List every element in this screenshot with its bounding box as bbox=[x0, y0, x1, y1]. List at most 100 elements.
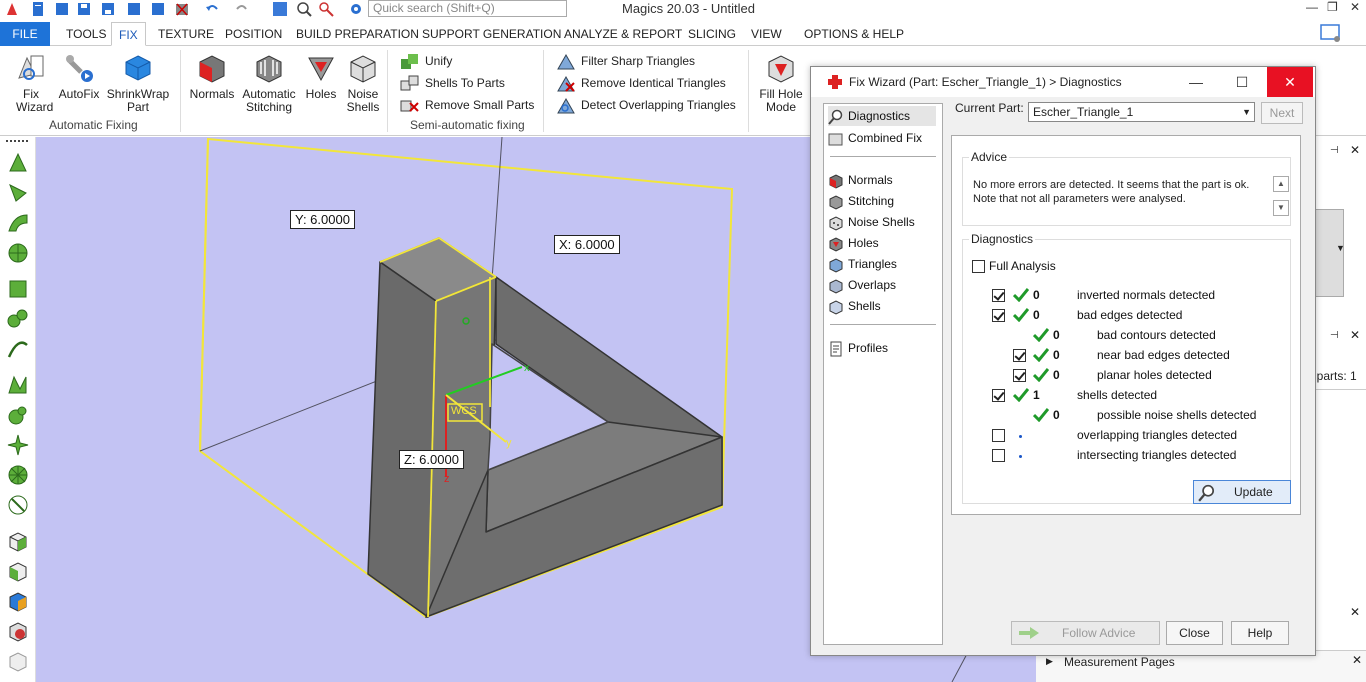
part-select-icon[interactable] bbox=[6, 559, 30, 583]
part-settings-icon[interactable] bbox=[6, 619, 30, 643]
tab-texture[interactable]: TEXTURE bbox=[158, 22, 214, 46]
zoom-icon[interactable] bbox=[296, 1, 312, 17]
next-button[interactable]: Next bbox=[1261, 102, 1303, 124]
save-as-icon[interactable] bbox=[100, 1, 116, 17]
update-button[interactable]: Update bbox=[1193, 480, 1291, 504]
dropdown-arrow-icon[interactable]: ▼ bbox=[1336, 243, 1345, 253]
select-shell-icon[interactable] bbox=[6, 241, 30, 265]
bad-edges-checkbox[interactable] bbox=[992, 309, 1005, 322]
select-surface-icon[interactable] bbox=[6, 211, 30, 235]
panel-close-icon[interactable]: ✕ bbox=[1350, 143, 1360, 157]
layout-icon[interactable] bbox=[1320, 24, 1342, 44]
tab-options-help[interactable]: OPTIONS & HELP bbox=[804, 22, 904, 46]
inverted-normals-checkbox[interactable] bbox=[992, 289, 1005, 302]
nav-overlaps[interactable]: Overlaps bbox=[828, 275, 896, 295]
noise-shells-button[interactable]: Noise Shells bbox=[342, 52, 384, 114]
restore-button[interactable]: ❐ bbox=[1327, 0, 1338, 14]
planar-holes-checkbox[interactable] bbox=[1013, 369, 1026, 382]
detect-overlapping-triangles-button[interactable]: Detect Overlapping Triangles bbox=[556, 96, 736, 114]
select-plane-icon[interactable] bbox=[6, 277, 30, 301]
scroll-down-icon[interactable]: ▼ bbox=[1273, 200, 1289, 216]
part-view-icon[interactable] bbox=[6, 529, 30, 553]
fill-hole-mode-button[interactable]: Fill Hole Mode bbox=[756, 52, 806, 114]
new-file-icon[interactable] bbox=[30, 1, 46, 17]
fix-wizard-button[interactable]: Fix Wizard bbox=[10, 52, 53, 114]
panel-close-icon[interactable]: ✕ bbox=[1352, 653, 1362, 667]
redo-icon[interactable] bbox=[234, 1, 250, 17]
panel-scroll-area[interactable] bbox=[1314, 209, 1344, 297]
close-dialog-button[interactable]: Close bbox=[1166, 621, 1223, 645]
delete-part-icon[interactable] bbox=[174, 1, 190, 17]
close-button[interactable]: ✕ bbox=[1350, 0, 1360, 14]
overlapping-triangles-checkbox[interactable] bbox=[992, 429, 1005, 442]
deselect-icon[interactable] bbox=[6, 493, 30, 517]
parts-list[interactable] bbox=[1310, 389, 1366, 559]
tab-slicing[interactable]: SLICING bbox=[688, 22, 736, 46]
tab-position[interactable]: POSITION bbox=[225, 22, 282, 46]
normals-button[interactable]: Normals bbox=[188, 52, 236, 101]
tab-fix[interactable]: FIX bbox=[111, 22, 146, 46]
pin-icon[interactable]: ⊣ bbox=[1330, 330, 1339, 341]
tab-tools[interactable]: TOOLS bbox=[66, 22, 106, 46]
open-file-icon[interactable] bbox=[54, 1, 70, 17]
select-arrow-icon[interactable] bbox=[6, 151, 30, 175]
nav-stitching[interactable]: Stitching bbox=[828, 191, 894, 211]
nav-holes[interactable]: Holes bbox=[828, 233, 879, 253]
panel-close-icon[interactable]: ✕ bbox=[1350, 605, 1360, 619]
tab-support-generation[interactable]: SUPPORT GENERATION bbox=[422, 22, 561, 46]
full-analysis-checkbox[interactable] bbox=[972, 260, 985, 273]
shells-to-parts-button[interactable]: Shells To Parts bbox=[400, 74, 505, 92]
pin-icon[interactable]: ⊣ bbox=[1330, 145, 1339, 156]
remove-small-parts-button[interactable]: Remove Small Parts bbox=[400, 96, 534, 114]
part-color-icon[interactable] bbox=[6, 589, 30, 613]
filter-sharp-triangles-button[interactable]: Filter Sharp Triangles bbox=[556, 52, 695, 70]
expand-arrow-icon[interactable]: ▶ bbox=[1046, 656, 1053, 667]
shells-checkbox[interactable] bbox=[992, 389, 1005, 402]
quick-search-input[interactable]: Quick search (Shift+Q) bbox=[368, 0, 567, 17]
unify-button[interactable]: Unify bbox=[400, 52, 452, 70]
dialog-close-button[interactable]: ✕ bbox=[1267, 67, 1313, 97]
export-icon[interactable] bbox=[150, 1, 166, 17]
dialog-minimize-button[interactable]: — bbox=[1173, 67, 1219, 97]
measure-icon[interactable] bbox=[318, 1, 334, 17]
import-icon[interactable] bbox=[126, 1, 142, 17]
settings-icon[interactable] bbox=[348, 1, 364, 17]
near-bad-edges-checkbox[interactable] bbox=[1013, 349, 1026, 362]
tab-build-preparation[interactable]: BUILD PREPARATION bbox=[296, 22, 419, 46]
nav-profiles[interactable]: Profiles bbox=[828, 338, 888, 358]
select-sphere-icon[interactable] bbox=[6, 463, 30, 487]
select-connected-icon[interactable] bbox=[6, 307, 30, 331]
select-cylinder-icon[interactable] bbox=[6, 433, 30, 457]
save-icon[interactable] bbox=[76, 1, 92, 17]
scroll-up-icon[interactable]: ▲ bbox=[1273, 176, 1289, 192]
minimize-button[interactable]: — bbox=[1306, 0, 1318, 14]
nav-triangles[interactable]: Triangles bbox=[828, 254, 897, 274]
shrinkwrap-button[interactable]: ShrinkWrap Part bbox=[106, 52, 170, 114]
tab-analyze-report[interactable]: ANALYZE & REPORT bbox=[564, 22, 682, 46]
nav-combined-fix[interactable]: Combined Fix bbox=[828, 128, 922, 148]
dialog-maximize-button[interactable]: ☐ bbox=[1219, 67, 1265, 97]
holes-button[interactable]: Holes bbox=[302, 52, 340, 101]
tab-file[interactable]: FILE bbox=[0, 22, 50, 46]
current-part-select[interactable]: Escher_Triangle_1 ▼ bbox=[1028, 102, 1255, 122]
intersecting-triangles-checkbox[interactable] bbox=[992, 449, 1005, 462]
select-region-icon[interactable] bbox=[6, 403, 30, 427]
select-box-icon[interactable] bbox=[6, 373, 30, 397]
nav-noise-shells[interactable]: Noise Shells bbox=[828, 212, 915, 232]
nav-diagnostics[interactable]: Diagnostics bbox=[828, 106, 936, 126]
automatic-stitching-button[interactable]: Automatic Stitching bbox=[240, 52, 298, 114]
select-mode-icon[interactable] bbox=[272, 1, 288, 17]
nav-normals[interactable]: Normals bbox=[828, 170, 893, 190]
panel-close-icon[interactable]: ✕ bbox=[1350, 328, 1360, 342]
undo-icon[interactable] bbox=[204, 1, 220, 17]
follow-advice-button[interactable]: Follow Advice bbox=[1011, 621, 1160, 645]
tab-view[interactable]: VIEW bbox=[751, 22, 782, 46]
select-triangle-icon[interactable] bbox=[6, 181, 30, 205]
remove-identical-triangles-button[interactable]: Remove Identical Triangles bbox=[556, 74, 726, 92]
help-button[interactable]: Help bbox=[1231, 621, 1289, 645]
autofix-button[interactable]: AutoFix bbox=[58, 52, 100, 101]
select-curve-icon[interactable] bbox=[6, 337, 30, 361]
nav-shells[interactable]: Shells bbox=[828, 296, 881, 316]
part-hide-icon[interactable] bbox=[6, 649, 30, 673]
filter-sharp-triangles-label: Filter Sharp Triangles bbox=[581, 54, 696, 68]
